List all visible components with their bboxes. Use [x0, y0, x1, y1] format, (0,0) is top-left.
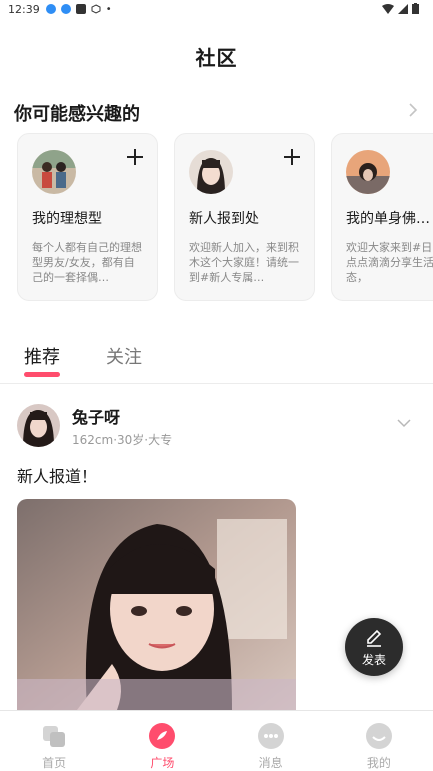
card-description: 欢迎新人加入，来到积木这个大家庭！请统一到#新人专属…	[189, 241, 299, 284]
card-name: 我的单身佛…	[346, 211, 430, 227]
follow-plus-icon[interactable]	[127, 149, 143, 165]
post-image[interactable]	[17, 499, 296, 710]
interest-cards: 我的理想型 每个人都有自己的理想型男友/女友，都有自己的一套择偶… 新人报到处 …	[17, 133, 433, 301]
card-name: 新人报到处	[189, 211, 259, 227]
tabbar-label: 我的	[366, 756, 391, 770]
notification-icon	[45, 4, 56, 14]
tabbar-item-plaza[interactable]: 广场	[108, 711, 216, 770]
tabbar-item-messages[interactable]: 消息	[217, 711, 325, 770]
publish-label: 发表	[361, 653, 386, 667]
status-time: 12:39	[8, 2, 40, 16]
card-name: 我的理想型	[32, 211, 102, 227]
tab-recommend[interactable]: 推荐	[24, 343, 60, 377]
tabbar-label: 首页	[42, 756, 67, 770]
battery-icon	[412, 3, 419, 14]
page-title: 社区	[195, 46, 238, 70]
tab-following[interactable]: 关注	[106, 343, 142, 369]
more-notifications-dot: •	[105, 3, 112, 15]
follow-plus-icon[interactable]	[284, 149, 300, 165]
feed-tabs: 推荐 关注	[24, 343, 142, 377]
plaza-icon	[149, 723, 176, 749]
cube-icon	[91, 4, 101, 14]
home-icon	[43, 726, 66, 747]
interest-card[interactable]: 新人报到处 欢迎新人加入，来到积木这个大家庭！请统一到#新人专属…	[174, 133, 315, 301]
app-notification-icon	[75, 4, 86, 14]
tabbar-item-profile[interactable]: 我的	[325, 711, 433, 770]
active-tab-indicator	[24, 372, 60, 377]
bottom-tab-bar: 首页 广场 消息 我的	[0, 710, 433, 770]
signal-icon	[398, 3, 408, 14]
avatar	[189, 150, 233, 194]
post-avatar[interactable]	[17, 404, 60, 447]
interest-card[interactable]: 我的单身佛… 欢迎大家来到#日常，点点滴滴分享生活百态，	[331, 133, 433, 301]
post-text: 新人报道！	[17, 467, 98, 486]
wifi-icon	[382, 3, 394, 14]
pen-icon	[367, 629, 382, 647]
profile-icon	[365, 723, 392, 749]
tab-label: 关注	[106, 347, 142, 368]
chevron-down-icon[interactable]	[397, 418, 411, 428]
post-username[interactable]: 兔子呀	[72, 404, 120, 428]
divider	[0, 383, 433, 384]
notification-icon	[60, 4, 71, 14]
avatar	[32, 150, 76, 194]
tab-label: 推荐	[24, 347, 60, 368]
interest-card[interactable]: 我的理想型 每个人都有自己的理想型男友/女友，都有自己的一套择偶…	[17, 133, 158, 301]
publish-button[interactable]: 发表	[345, 618, 403, 676]
status-bar: 12:39 •	[0, 0, 433, 18]
avatar	[346, 150, 390, 194]
tabbar-label: 广场	[150, 756, 175, 770]
card-description: 欢迎大家来到#日常，点点滴滴分享生活百态，	[346, 241, 433, 284]
card-description: 每个人都有自己的理想型男友/女友，都有自己的一套择偶…	[32, 241, 142, 284]
post-user-meta: 162cm·30岁·大专	[72, 433, 173, 447]
interest-section-title: 你可能感兴趣的	[14, 104, 140, 125]
tabbar-label: 消息	[258, 756, 283, 770]
chevron-right-icon[interactable]	[405, 99, 421, 121]
message-icon	[257, 723, 284, 749]
tabbar-item-home[interactable]: 首页	[0, 711, 108, 770]
